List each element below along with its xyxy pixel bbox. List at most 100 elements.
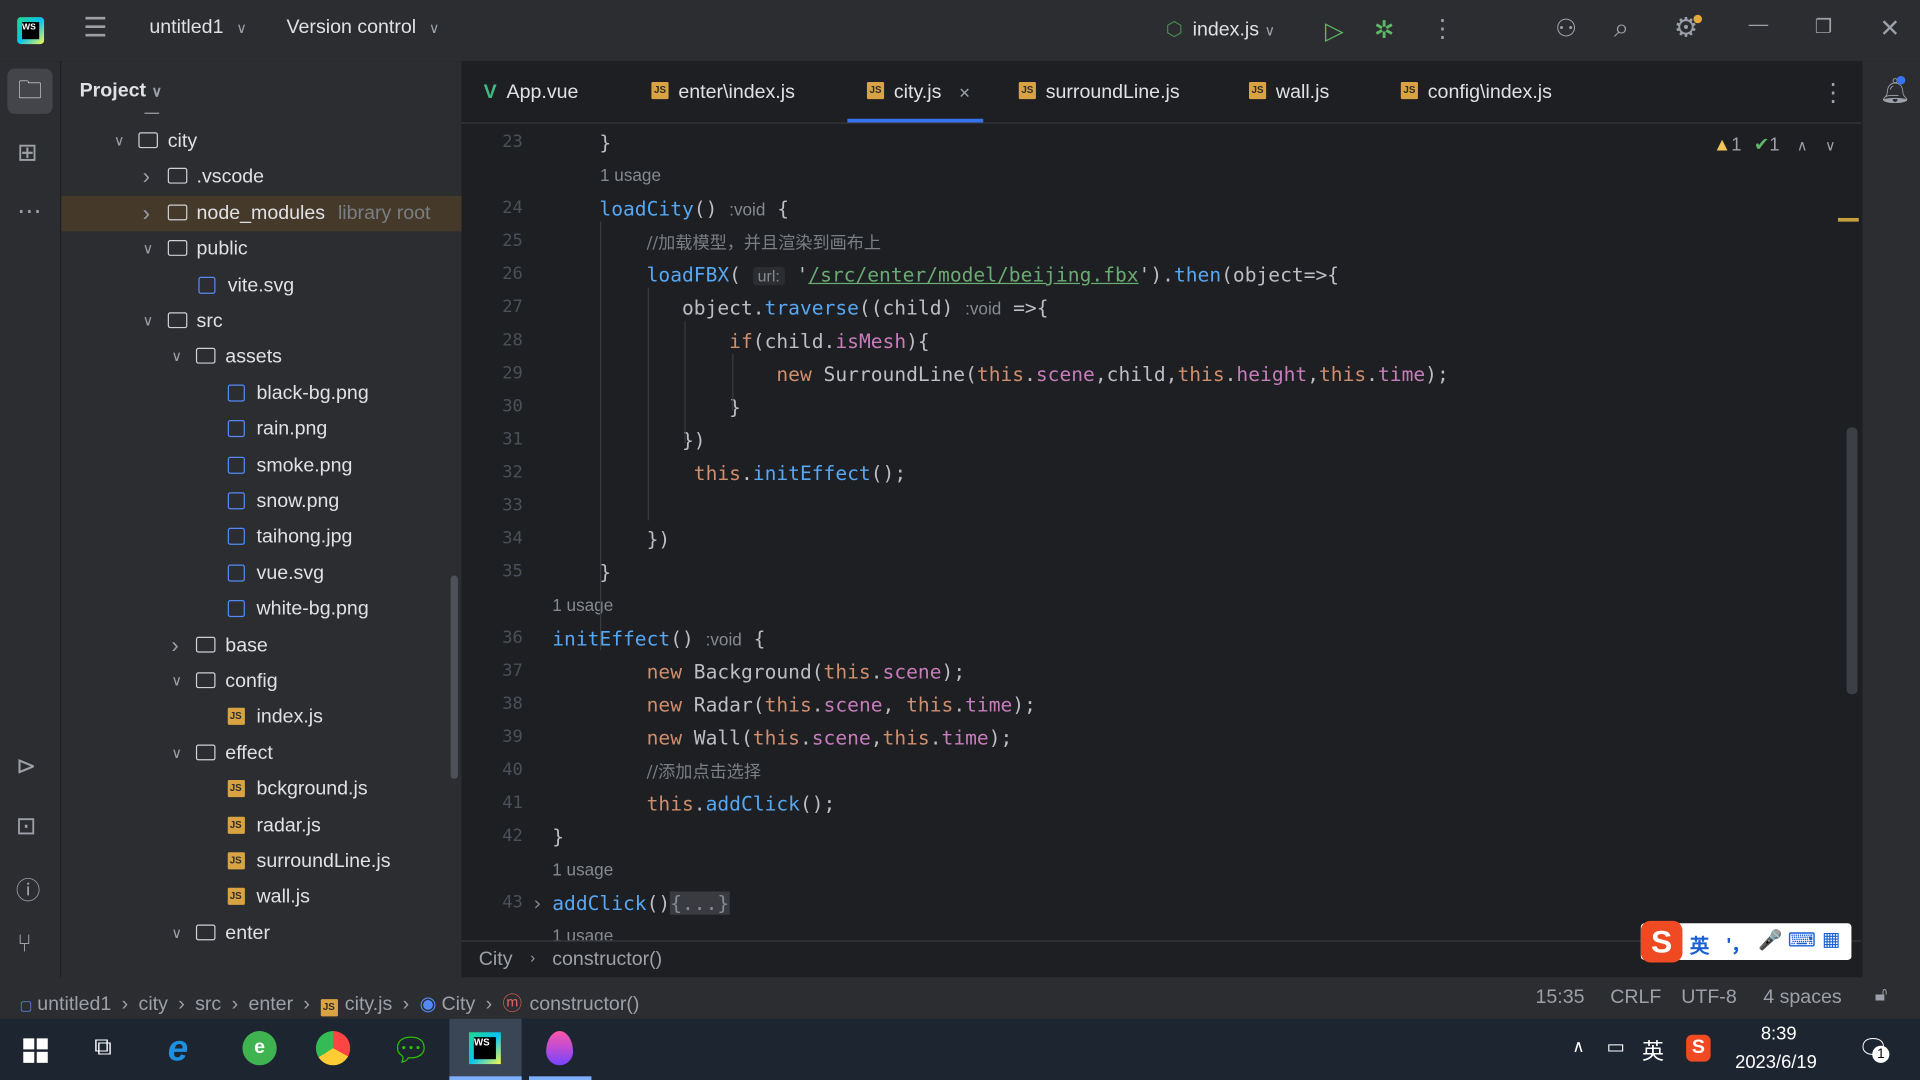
clock-date[interactable]: 2023/6/19 <box>1735 1052 1817 1073</box>
tree-item-folder[interactable]: ∨ city <box>61 124 461 160</box>
tab-surroundline-js[interactable]: JS surroundLine.js <box>1018 61 1180 122</box>
tree-item-image[interactable]: snow.png <box>61 484 461 520</box>
tray-expand-icon[interactable]: ∧ <box>1572 1036 1585 1057</box>
chevron-right-icon[interactable]: › <box>143 196 150 232</box>
path-segment[interactable]: city <box>139 994 168 1015</box>
tab-app-vue[interactable]: V App.vue <box>484 61 579 122</box>
path-segment[interactable]: City <box>442 994 476 1015</box>
path-segment[interactable]: src <box>195 994 221 1015</box>
tab-city-js[interactable]: JS city.js ✕ <box>847 61 984 123</box>
tree-item-js[interactable]: JS radar.js <box>61 808 461 844</box>
chevron-right-icon[interactable]: › <box>143 160 150 196</box>
chevron-down-icon[interactable]: ∨ <box>114 124 125 160</box>
tree-item-folder[interactable]: ∨ config <box>61 664 461 700</box>
run-icon[interactable]: ▷ <box>1325 16 1344 47</box>
chevron-down-icon[interactable]: ∨ <box>171 736 182 772</box>
tab-config-index-js[interactable]: JS config\index.js <box>1400 61 1552 122</box>
chevron-down-icon[interactable]: ∨ <box>143 232 154 268</box>
wechat-icon[interactable]: 💬︎ <box>391 1031 431 1068</box>
crumb-class[interactable]: City <box>479 949 513 971</box>
keyboard-icon[interactable]: ⌨ <box>1788 928 1816 952</box>
tree-item-folder[interactable]: ∨ src <box>61 304 461 340</box>
ie-icon[interactable]: e <box>168 1029 188 1071</box>
tree-item-image[interactable]: rain.png <box>61 412 461 448</box>
tree-item-js[interactable]: JS surroundLine.js <box>61 844 461 880</box>
windows-start-icon[interactable] <box>23 1038 48 1063</box>
tree-item-image[interactable]: vue.svg <box>61 556 461 592</box>
tree-item-image[interactable]: white-bg.png <box>61 592 461 628</box>
project-selector[interactable]: untitled1 ∨ <box>149 17 247 39</box>
tab-options-icon[interactable]: ⋮ <box>1821 77 1845 108</box>
fold-chevron-icon[interactable]: › <box>531 887 543 920</box>
tree-item-image[interactable]: taihong.jpg <box>61 520 461 556</box>
tree-item-folder[interactable]: › .vscode <box>61 160 461 196</box>
tree-item-folder[interactable]: › node_modules library root <box>61 195 462 232</box>
tree-item-folder[interactable]: ∨ enter <box>61 916 461 952</box>
inspection-widget[interactable]: ▲1 ✔1 ∧ ∨ <box>1713 133 1836 156</box>
lock-icon[interactable]: 🔓︎ <box>1875 984 1888 1006</box>
crumb-method[interactable]: constructor() <box>552 949 662 971</box>
chevron-down-icon[interactable]: ∨ <box>143 304 154 340</box>
usage-link[interactable]: 1 usage <box>552 920 613 941</box>
tree-item-folder[interactable]: › base <box>61 628 461 664</box>
toolbox-icon[interactable]: ▦ <box>1822 927 1841 951</box>
webstorm-taskbar-icon[interactable]: WS <box>449 1018 522 1080</box>
project-panel-header[interactable]: Project ∨ <box>80 81 163 103</box>
search-icon[interactable]: ⌕ <box>1614 12 1629 44</box>
editor-scrollbar[interactable] <box>1846 427 1858 695</box>
restore-icon[interactable]: ❐ <box>1815 15 1833 39</box>
prev-highlight-icon[interactable]: ∧ <box>1797 137 1808 154</box>
indent-setting[interactable]: 4 spaces <box>1763 987 1841 1009</box>
microphone-icon[interactable]: 🎤 <box>1758 928 1782 952</box>
chrome-like-icon[interactable] <box>315 1031 351 1066</box>
tree-item-image[interactable]: smoke.png <box>61 448 461 484</box>
tree-item-js[interactable]: JS wall.js <box>61 880 461 916</box>
more-tools-icon[interactable]: ⋯ <box>17 196 41 227</box>
chevron-down-icon[interactable]: ∨ <box>171 340 182 376</box>
close-window-icon[interactable]: ✕ <box>1880 13 1901 44</box>
tab-enter-index-js[interactable]: JS enter\index.js <box>651 61 795 122</box>
task-view-icon[interactable]: ⧉ <box>94 1033 111 1061</box>
path-segment[interactable]: constructor() <box>529 994 639 1015</box>
file-encoding[interactable]: UTF-8 <box>1681 987 1737 1009</box>
next-highlight-icon[interactable]: ∨ <box>1825 137 1836 154</box>
code-editor[interactable]: 23 } 1 usage 24 loadCity() :void {25 //加载模… <box>461 123 1862 941</box>
token-fold[interactable]: {...} <box>670 891 730 915</box>
tray-device-icon[interactable]: ▭ <box>1607 1035 1626 1059</box>
add-user-icon[interactable]: ⚇ <box>1555 13 1577 44</box>
path-segment[interactable]: enter <box>248 994 293 1015</box>
clock-time[interactable]: 8:39 <box>1761 1024 1797 1045</box>
browser-360-icon[interactable]: e <box>242 1031 277 1066</box>
token-str[interactable]: /src/enter/model/beijing.fbx <box>808 263 1138 286</box>
usage-link[interactable]: 1 usage <box>552 853 613 886</box>
git-icon[interactable]: ⑂ <box>17 931 32 959</box>
tray-sogou-icon[interactable]: S <box>1686 1034 1711 1062</box>
tree-item-js[interactable]: JS bckground.js <box>61 772 461 808</box>
paint-app-icon[interactable] <box>528 1019 592 1080</box>
line-ending[interactable]: CRLF <box>1610 987 1661 1009</box>
usage-link[interactable]: 1 usage <box>600 159 661 192</box>
notifications-icon[interactable]: 🔔︎ <box>1880 75 1911 107</box>
vcs-menu[interactable]: Version control ∨ <box>287 17 440 39</box>
more-icon[interactable]: ⋮ <box>1430 13 1454 44</box>
tree-item-js[interactable]: JS index.js <box>61 700 461 736</box>
warning-marker[interactable] <box>1837 217 1859 222</box>
minimize-icon[interactable]: — <box>1749 15 1769 37</box>
ime-lang[interactable]: 英 <box>1690 929 1710 958</box>
tree-item-image[interactable]: black-bg.png <box>61 376 461 412</box>
problems-icon[interactable]: ⓘ <box>16 871 40 907</box>
debug-icon[interactable]: ✲ <box>1374 15 1395 46</box>
run-config-selector[interactable]: ⬡ index.js ∨ <box>1166 17 1276 41</box>
tray-ime[interactable]: 英 <box>1642 1035 1664 1067</box>
main-menu-icon[interactable]: ☰ <box>83 12 107 44</box>
ime-toolbar[interactable]: S 英 '， 🎤 ⌨ ▦ <box>1640 920 1852 963</box>
ime-punct[interactable]: '， <box>1727 928 1751 957</box>
chevron-right-icon[interactable]: › <box>171 628 178 664</box>
settings-icon[interactable]: ⚙ <box>1674 12 1703 44</box>
tree-scrollbar[interactable] <box>450 575 458 779</box>
chevron-down-icon[interactable]: ∨ <box>171 916 182 952</box>
terminal-icon[interactable]: ⊡ <box>16 811 37 842</box>
tree-item-image[interactable]: vite.svg <box>61 268 461 304</box>
usage-link[interactable]: 1 usage <box>552 589 613 622</box>
caret-position[interactable]: 15:35 <box>1536 987 1585 1009</box>
